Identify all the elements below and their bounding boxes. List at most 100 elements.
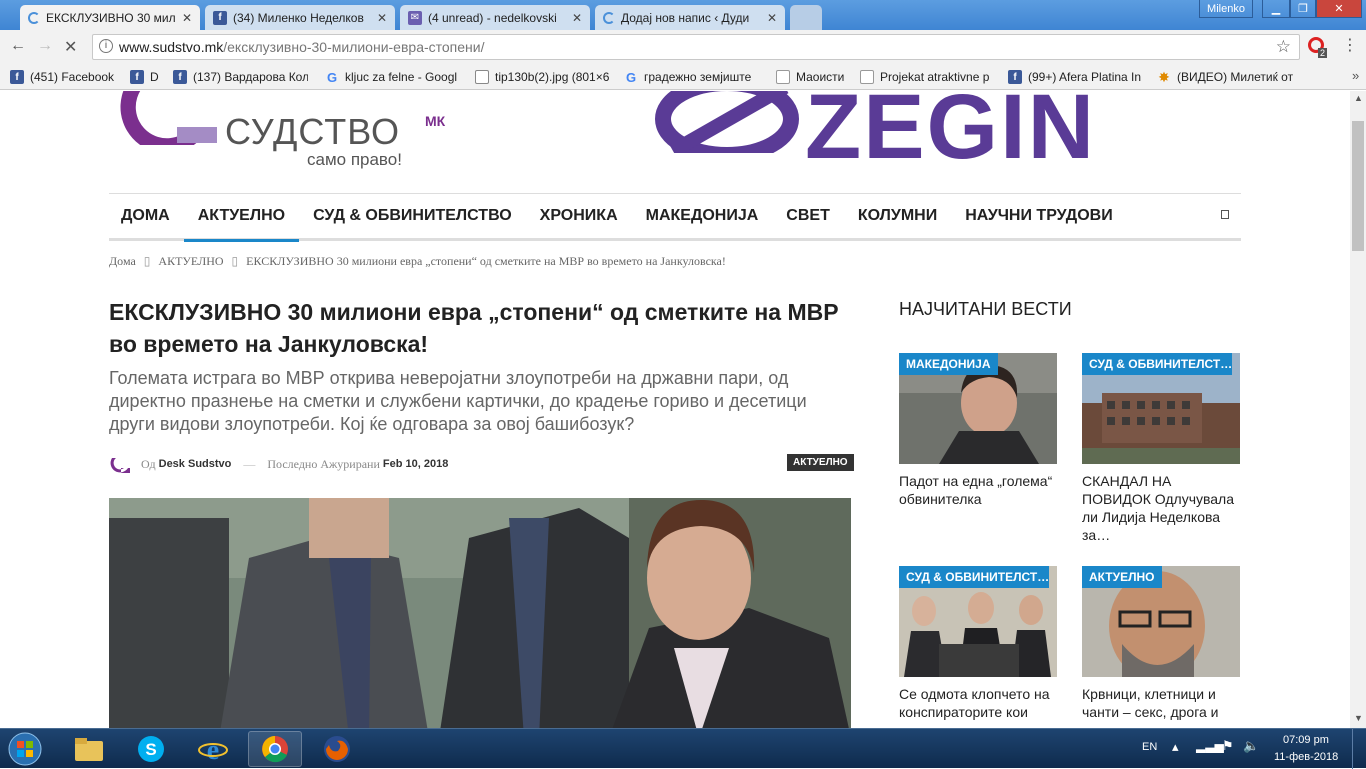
url-host: www.sudstvo.mk bbox=[119, 39, 224, 55]
taskbar-chrome[interactable] bbox=[248, 731, 302, 767]
skype-icon: S bbox=[138, 736, 164, 762]
bookmark-item[interactable]: Projekat atraktivne p bbox=[860, 68, 995, 86]
address-toolbar: ← → ✕ i www.sudstvo.mk/ексклузивно-30-ми… bbox=[0, 30, 1366, 64]
close-icon[interactable]: ✕ bbox=[377, 11, 387, 25]
nav-item-makedonija[interactable]: МАКЕДОНИЈА bbox=[632, 194, 773, 239]
nav-item-doma[interactable]: ДОМА bbox=[109, 194, 184, 239]
forward-arrow-icon[interactable]: → bbox=[37, 37, 53, 55]
internet-explorer-icon: e bbox=[198, 735, 228, 763]
nav-item-hronika[interactable]: ХРОНИКА bbox=[526, 194, 632, 239]
tab-wordpress[interactable]: Додај нов напис ‹ Дуди ✕ bbox=[595, 5, 785, 30]
card-image[interactable]: АКТУЕЛНО bbox=[1082, 566, 1240, 677]
show-desktop-button[interactable] bbox=[1352, 729, 1366, 769]
bookmark-item[interactable]: f (137) Вардарова Кол bbox=[173, 68, 308, 86]
close-window-button[interactable]: ✕ bbox=[1316, 0, 1362, 18]
page-scrollbar[interactable]: ▲ ▼ bbox=[1350, 91, 1366, 728]
scrollbar-thumb[interactable] bbox=[1352, 121, 1364, 251]
signal-icon[interactable]: ▂▃▅ bbox=[1196, 739, 1224, 753]
ad-banner[interactable]: ZEGIN bbox=[655, 91, 1227, 163]
nav-item-sud[interactable]: СУД & ОБВИНИТЕЛСТВО bbox=[299, 194, 526, 239]
sidebar-card[interactable]: МАКЕДОНИЈА Падот на една „голема“ обвини… bbox=[899, 353, 1057, 508]
search-icon[interactable] bbox=[1221, 210, 1229, 219]
file-icon bbox=[475, 70, 489, 84]
card-title[interactable]: СКАНДАЛ НА ПОВИДОК Одлучувала ли Лидија … bbox=[1082, 472, 1240, 544]
card-tag[interactable]: МАКЕДОНИЈА bbox=[899, 353, 998, 375]
folder-icon bbox=[75, 738, 103, 761]
bookmark-item[interactable]: f (451) Facebook bbox=[10, 68, 120, 86]
nav-item-kolumni[interactable]: КОЛУМНИ bbox=[844, 194, 951, 239]
nav-item-svet[interactable]: СВЕТ bbox=[772, 194, 844, 239]
bookmark-item[interactable]: f (99+) Afera Platina In bbox=[1008, 68, 1143, 86]
card-image[interactable]: МАКЕДОНИЈА bbox=[899, 353, 1057, 464]
url-path: /ексклузивно-30-милиони-евра-стопени/ bbox=[223, 39, 485, 55]
site-logo[interactable]: СУДСТВО МК само право! bbox=[117, 91, 457, 176]
bookmarks-bar: f (451) Facebook fD f (137) Вардарова Кол … bbox=[0, 64, 1366, 90]
taskbar-ie[interactable]: e bbox=[186, 731, 240, 767]
nav-item-aktuelno[interactable]: АКТУЕЛНО bbox=[183, 194, 300, 242]
sidebar-card[interactable]: СУД & ОБВИНИТЕЛСТ… Се одмота клопчето на… bbox=[899, 566, 1057, 721]
bookmark-item[interactable]: Маоисти bbox=[776, 68, 872, 86]
bookmark-item[interactable]: fD bbox=[130, 68, 162, 86]
breadcrumb-home[interactable]: Дома bbox=[109, 254, 136, 268]
clock-date[interactable]: 11-фев-2018 bbox=[1274, 751, 1338, 763]
profile-button[interactable]: Milenko bbox=[1199, 0, 1253, 18]
breadcrumb-section[interactable]: АКТУЕЛНО bbox=[158, 254, 223, 268]
author-name[interactable]: Desk Sudstvo bbox=[159, 458, 232, 470]
page-icon bbox=[860, 70, 874, 84]
more-bookmarks-icon[interactable]: » bbox=[1352, 68, 1359, 83]
close-icon[interactable]: ✕ bbox=[572, 11, 582, 25]
minimize-button[interactable]: ▁ bbox=[1262, 0, 1290, 18]
tab-mail[interactable]: ✉ (4 unread) - nedelkovski ✕ bbox=[400, 5, 590, 30]
sidebar-card[interactable]: АКТУЕЛНО Крвници, клетници и чанти – сек… bbox=[1082, 566, 1240, 721]
taskbar-skype[interactable]: S bbox=[124, 731, 178, 767]
sidebar-card[interactable]: СУД & ОБВИНИТЕЛСТ… СКАНДАЛ НА ПОВИДОК Од… bbox=[1082, 353, 1240, 544]
tab-title: (34) Миленко Неделков bbox=[233, 10, 364, 25]
card-image[interactable]: СУД & ОБВИНИТЕЛСТ… bbox=[899, 566, 1057, 677]
close-icon[interactable]: ✕ bbox=[767, 11, 777, 25]
bookmark-item[interactable]: tip130b(2).jpg (801×6 bbox=[475, 68, 610, 86]
url-bar[interactable]: i www.sudstvo.mk/ексклузивно-30-милиони-… bbox=[92, 34, 1300, 60]
card-image[interactable]: СУД & ОБВИНИТЕЛСТ… bbox=[1082, 353, 1240, 464]
start-button[interactable] bbox=[2, 731, 48, 767]
scroll-down-icon[interactable]: ▼ bbox=[1354, 713, 1363, 723]
firefox-icon bbox=[324, 736, 350, 762]
menu-icon[interactable]: ⋮ bbox=[1342, 35, 1358, 55]
bookmark-item[interactable]: ✸ (ВИДЕО) Милетиќ от bbox=[1157, 68, 1297, 86]
tab-facebook[interactable]: f (34) Миленко Неделков ✕ bbox=[205, 5, 395, 30]
card-tag[interactable]: АКТУЕЛНО bbox=[1082, 566, 1162, 588]
card-title[interactable]: Се одмота клопчето на конспираторите кои bbox=[899, 685, 1057, 721]
language-indicator[interactable]: EN bbox=[1142, 741, 1157, 753]
bookmark-item[interactable]: Gkljuc za felne - Googl bbox=[325, 68, 460, 86]
tab-article[interactable]: ЕКСКЛУЗИВНО 30 мили ✕ bbox=[20, 5, 200, 31]
author-avatar[interactable] bbox=[109, 454, 131, 474]
windows-taskbar: S e EN ▴ ▂▃▅ ⚑ 🔈 07:09 pm 11-фев-2018 bbox=[0, 728, 1366, 769]
info-icon[interactable]: i bbox=[99, 39, 113, 53]
bookmark-item[interactable]: Gградежно земјиште bbox=[624, 68, 762, 86]
taskbar-firefox[interactable] bbox=[310, 731, 364, 767]
category-badge[interactable]: АКТУЕЛНО bbox=[787, 454, 854, 471]
stop-icon[interactable]: ✕ bbox=[64, 37, 77, 57]
tab-title: ЕКСКЛУЗИВНО 30 мили bbox=[46, 11, 176, 25]
logo-mark-icon bbox=[120, 91, 217, 145]
clock-time[interactable]: 07:09 pm bbox=[1283, 734, 1329, 746]
ad-logo-icon bbox=[655, 91, 799, 153]
tray-expand-icon[interactable]: ▴ bbox=[1172, 739, 1179, 755]
logo-sup: МК bbox=[425, 113, 446, 129]
card-tag[interactable]: СУД & ОБВИНИТЕЛСТ… bbox=[1082, 353, 1232, 375]
volume-icon[interactable]: 🔈 bbox=[1243, 738, 1259, 754]
google-icon: G bbox=[326, 69, 338, 85]
taskbar-explorer[interactable] bbox=[62, 731, 116, 767]
card-tag[interactable]: СУД & ОБВИНИТЕЛСТ… bbox=[899, 566, 1049, 588]
flag-icon[interactable]: ⚑ bbox=[1222, 738, 1234, 754]
back-arrow-icon[interactable]: ← bbox=[10, 37, 26, 55]
logo-text: СУДСТВО bbox=[225, 111, 401, 152]
card-title[interactable]: Крвници, клетници и чанти – секс, дрога … bbox=[1082, 685, 1240, 721]
nav-item-naucni[interactable]: НАУЧНИ ТРУДОВИ bbox=[951, 194, 1126, 239]
scroll-up-icon[interactable]: ▲ bbox=[1354, 93, 1363, 103]
new-tab-button[interactable] bbox=[790, 5, 822, 30]
bookmark-label: Projekat atraktivne p bbox=[880, 70, 990, 84]
star-bookmark-icon[interactable]: ☆ bbox=[1276, 37, 1291, 57]
card-title[interactable]: Падот на една „голема“ обвинителка bbox=[899, 472, 1057, 508]
close-icon[interactable]: ✕ bbox=[182, 11, 192, 25]
maximize-button[interactable]: ❐ bbox=[1290, 0, 1316, 18]
